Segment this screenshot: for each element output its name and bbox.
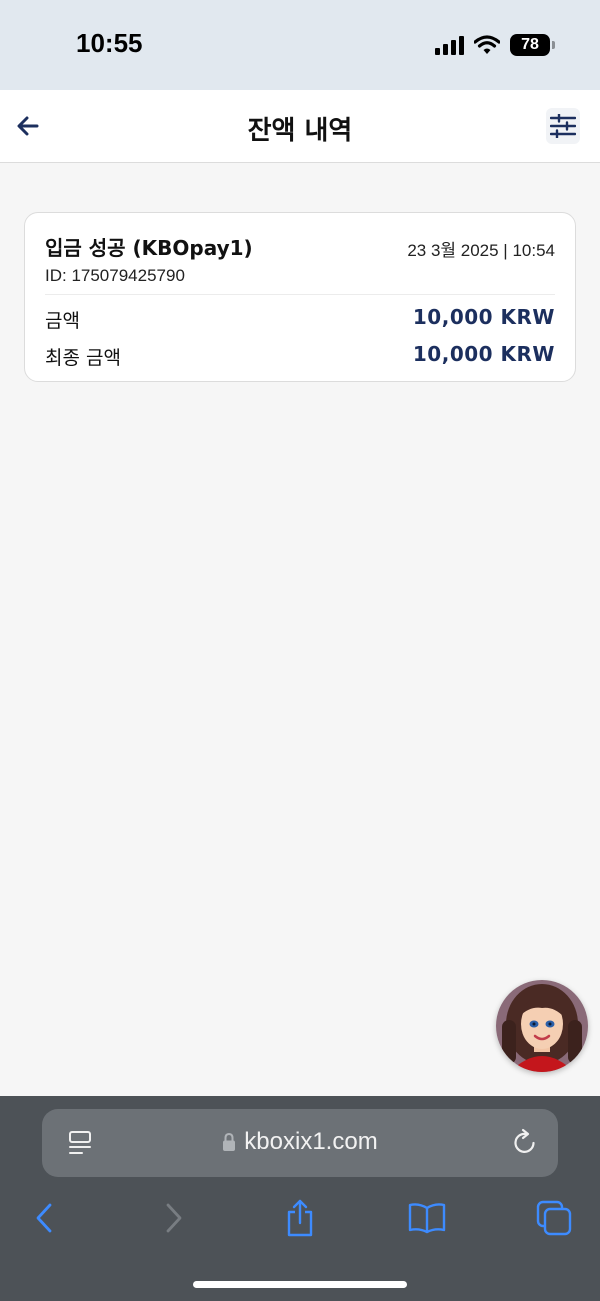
final-amount-label: 최종 금액 <box>45 347 121 369</box>
page-title: 잔액 내역 <box>247 116 353 146</box>
reload-icon[interactable] <box>512 1128 538 1156</box>
share-icon <box>287 1199 313 1237</box>
book-icon <box>408 1203 446 1234</box>
status-time: 10:55 <box>76 28 143 58</box>
transaction-title: 입금 성공 (KBOpay1) <box>45 236 253 260</box>
url-display: kboxix1.com <box>42 1128 558 1156</box>
url-text: kboxix1.com <box>244 1128 378 1155</box>
browser-toolbar: kboxix1.com <box>0 1096 600 1301</box>
chevron-right-icon <box>166 1203 182 1233</box>
tabs-icon <box>536 1200 572 1236</box>
app-header: 잔액 내역 <box>0 90 600 163</box>
battery-level: 78 <box>521 36 539 53</box>
support-avatar-button[interactable] <box>496 980 588 1072</box>
status-icons: 78 <box>435 30 555 60</box>
browser-back-button[interactable] <box>22 1196 66 1240</box>
address-bar[interactable]: kboxix1.com <box>42 1109 558 1177</box>
lock-icon <box>223 1132 236 1151</box>
filter-button[interactable] <box>546 108 580 144</box>
home-indicator <box>193 1281 407 1288</box>
share-button[interactable] <box>278 1196 322 1240</box>
cellular-signal-icon <box>435 35 464 55</box>
amount-label: 금액 <box>45 310 80 332</box>
tabs-button[interactable] <box>532 1196 576 1240</box>
final-amount-value: 10,000 KRW <box>412 342 555 366</box>
battery-icon: 78 <box>510 34 555 56</box>
avatar-image <box>496 980 588 1072</box>
transaction-card[interactable]: 입금 성공 (KBOpay1) 23 3월 2025 | 10:54 ID: 1… <box>24 212 576 382</box>
transaction-id: ID: 175079425790 <box>45 266 185 285</box>
bookmarks-button[interactable] <box>405 1196 449 1240</box>
wifi-icon <box>474 35 500 54</box>
transaction-datetime: 23 3월 2025 | 10:54 <box>407 241 555 260</box>
sliders-icon <box>550 114 576 138</box>
amount-value: 10,000 KRW <box>412 305 555 329</box>
card-divider <box>45 294 555 295</box>
browser-forward-button[interactable] <box>152 1196 196 1240</box>
chevron-left-icon <box>36 1203 52 1233</box>
status-bar: 10:55 78 <box>0 0 600 90</box>
